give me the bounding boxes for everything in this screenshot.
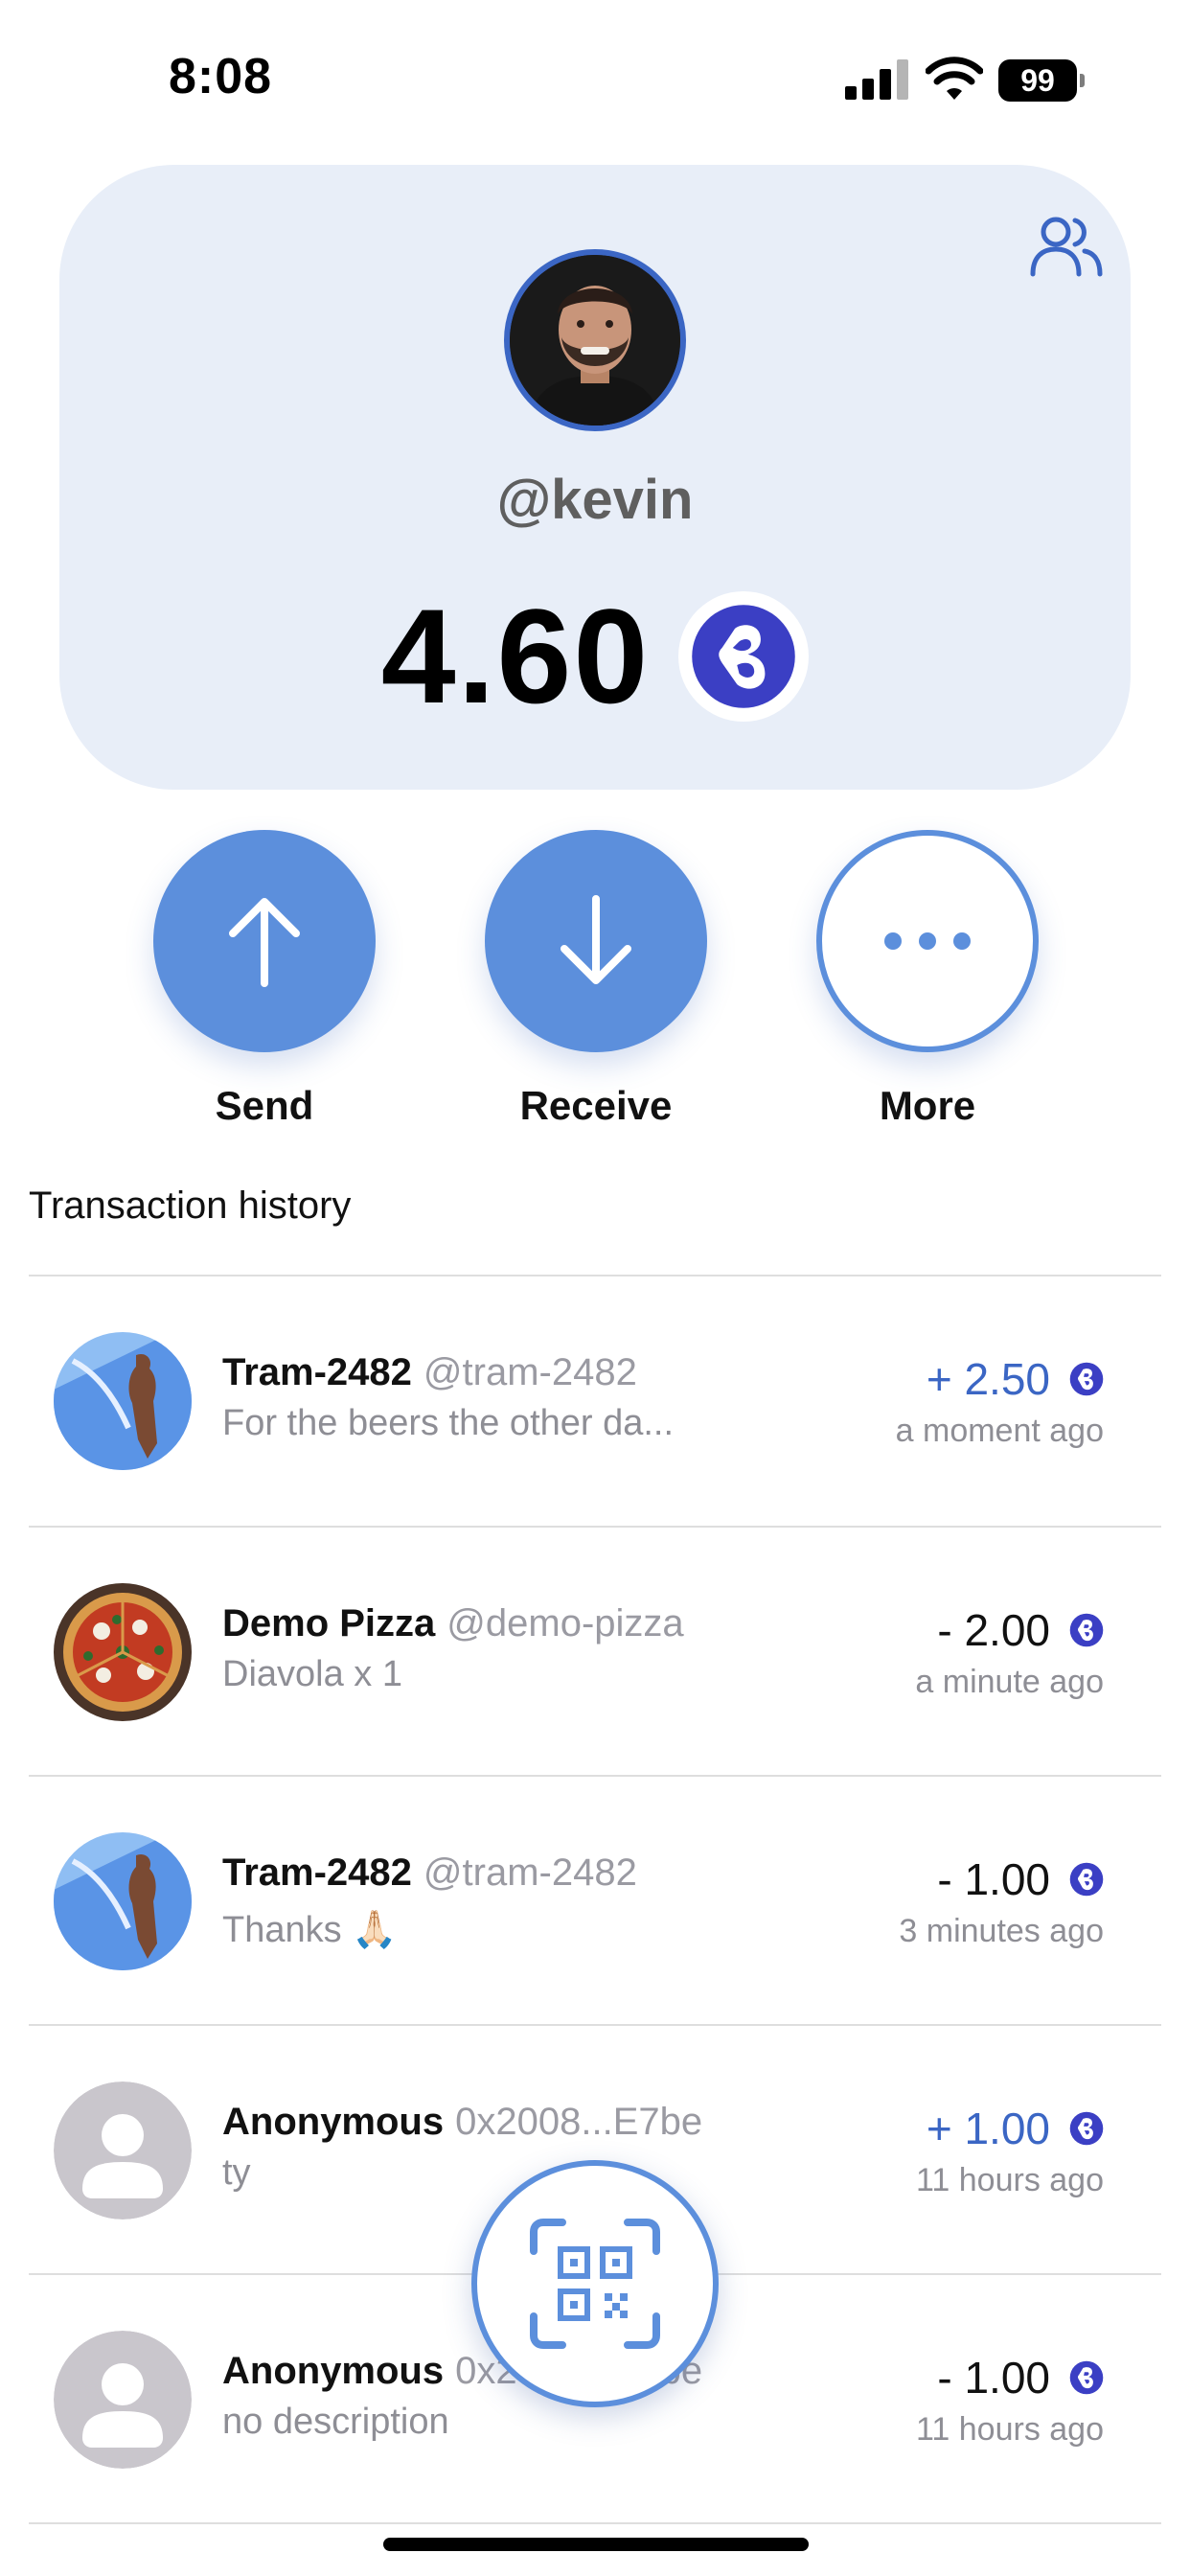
transaction-handle: @demo-pizza (446, 1602, 684, 1644)
transaction-description: no description (222, 2402, 449, 2442)
cellular-signal-icon (845, 59, 908, 100)
transaction-time: 3 minutes ago (899, 1913, 1104, 1949)
transaction-description: ty (222, 2152, 251, 2193)
send-label: Send (215, 1083, 314, 1128)
qr-code-icon (530, 2219, 660, 2349)
wallet-screen: 8:08 99 @kevin 4.60 Send Receive More Tr… (0, 0, 1190, 2576)
token-icon (1069, 1862, 1104, 1897)
transaction-amount: - 1.00 (937, 2353, 1050, 2403)
battery-level: 99 (998, 59, 1077, 102)
transaction-amount-row: - 1.00 (937, 1853, 1104, 1905)
transaction-title: Demo Pizza @demo-pizza (222, 1602, 684, 1645)
token-icon (1069, 1613, 1104, 1647)
token-icon (1069, 2111, 1104, 2146)
transaction-amount-row: + 2.50 (927, 1353, 1104, 1405)
balance-row: 4.60 (0, 585, 1190, 728)
more-button[interactable] (816, 830, 1039, 1052)
wifi-icon (926, 57, 983, 100)
transaction-name: Demo Pizza (222, 1602, 436, 1644)
balance-amount: 4.60 (380, 581, 651, 731)
send-action[interactable]: Send (153, 830, 376, 1129)
transaction-description: For the beers the other da... (222, 1403, 675, 1443)
tram-avatar (54, 1832, 192, 1970)
transaction-time: 11 hours ago (916, 2162, 1104, 2198)
battery-icon: 99 (998, 59, 1085, 102)
transaction-name: Tram-2482 (222, 1852, 412, 1894)
more-action[interactable]: More (816, 830, 1039, 1129)
profile-photo (510, 255, 680, 426)
receive-label: Receive (519, 1083, 673, 1128)
transaction-history-title: Transaction history (29, 1184, 352, 1227)
transaction-title: Tram-2482 @tram-2482 (222, 1852, 637, 1895)
scan-qr-button[interactable] (471, 2160, 719, 2407)
transaction-amount-row: + 1.00 (927, 2103, 1104, 2154)
transaction-row[interactable]: Tram-2482 @tram-2482 Thanks 🙏🏻 - 1.00 3 m… (29, 1777, 1161, 2024)
transaction-time: 11 hours ago (916, 2411, 1104, 2448)
status-time: 8:08 (169, 49, 273, 104)
transaction-name: Anonymous (222, 2350, 445, 2392)
more-label: More (879, 1083, 976, 1128)
home-indicator[interactable] (383, 2538, 809, 2551)
token-icon (1069, 2360, 1104, 2395)
transaction-amount-row: - 1.00 (937, 2352, 1104, 2404)
arrow-up-icon (229, 898, 300, 987)
receive-button[interactable] (485, 830, 707, 1052)
receive-action[interactable]: Receive (485, 830, 707, 1129)
pizza-avatar (54, 1583, 192, 1721)
more-dots-icon (884, 932, 971, 950)
tram-avatar (54, 1332, 192, 1470)
transaction-handle: @tram-2482 (423, 1351, 637, 1393)
transaction-row[interactable]: Tram-2482 @tram-2482 For the beers the ot… (29, 1276, 1161, 1524)
token-icon (1069, 1362, 1104, 1396)
transaction-time: a minute ago (915, 1664, 1104, 1700)
profile-avatar[interactable] (504, 249, 686, 431)
transaction-row[interactable]: Demo Pizza @demo-pizza Diavola x 1 - 2.00… (29, 1528, 1161, 1775)
transaction-handle: 0x2008...E7be (455, 2101, 703, 2143)
anonymous-avatar (54, 2331, 192, 2469)
transaction-amount: + 1.00 (926, 2104, 1050, 2153)
transaction-description: Diavola x 1 (222, 1654, 402, 1694)
transaction-time: a moment ago (895, 1413, 1104, 1449)
transaction-amount: - 2.00 (937, 1605, 1050, 1655)
transaction-name: Anonymous (222, 2101, 445, 2143)
anonymous-avatar (54, 2082, 192, 2220)
battery-tip (1080, 74, 1085, 87)
transaction-title: Tram-2482 @tram-2482 (222, 1351, 637, 1394)
send-button[interactable] (153, 830, 376, 1052)
transaction-amount: - 1.00 (937, 1854, 1050, 1904)
contacts-icon[interactable] (1027, 213, 1104, 280)
transaction-handle: @tram-2482 (423, 1852, 637, 1894)
transaction-amount-row: - 2.00 (937, 1604, 1104, 1656)
transaction-title: Anonymous0x2008...E7be (222, 2101, 702, 2144)
transaction-name: Tram-2482 (222, 1351, 412, 1393)
token-logo-icon (678, 591, 810, 722)
divider (29, 2522, 1161, 2524)
username: @kevin (496, 469, 694, 531)
transaction-amount: + 2.50 (926, 1354, 1050, 1404)
transaction-description: Thanks 🙏🏻 (222, 1910, 398, 1950)
status-bar: 8:08 99 (0, 0, 1190, 153)
arrow-down-icon (561, 895, 631, 984)
